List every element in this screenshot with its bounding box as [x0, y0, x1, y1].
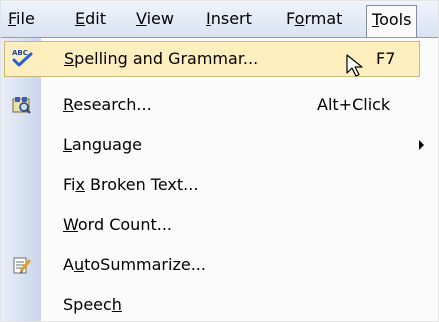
menu-insert[interactable]: Insert [201, 5, 257, 33]
menu-item-label: AutoSummarize... [63, 255, 206, 274]
menu-file-accelerator: F [8, 9, 17, 28]
menu-item-label: Word Count... [63, 215, 172, 234]
menu-item-label: Language [63, 135, 142, 154]
menu-item-label: Research... [63, 95, 152, 114]
menu-item-label: Fix Broken Text... [63, 175, 199, 194]
submenu-arrow-icon [419, 140, 424, 150]
menu-item-word-count[interactable]: Word Count... [1, 207, 438, 243]
menu-item-autosummarize[interactable]: AutoSummarize... [1, 247, 438, 283]
menu-tools[interactable]: Tools [366, 5, 418, 37]
menu-item-speech[interactable]: Speech [1, 287, 438, 321]
mouse-pointer-icon [346, 54, 363, 77]
menu-view-accelerator: V [136, 9, 147, 28]
research-icon [12, 97, 31, 114]
menu-file[interactable]: File [3, 5, 40, 33]
application-window: File Edit View Insert Format Tools ABC S… [0, 0, 439, 322]
menu-format[interactable]: Format [281, 5, 347, 33]
tools-dropdown-menu: ABC Spelling and Grammar... F7 Research.… [1, 37, 438, 321]
menu-edit-accelerator: E [75, 9, 86, 28]
menu-view[interactable]: View [131, 5, 179, 33]
menu-item-spelling-and-grammar[interactable]: ABC Spelling and Grammar... F7 [4, 41, 420, 77]
menu-item-fix-broken-text[interactable]: Fix Broken Text... [1, 167, 438, 203]
svg-text:ABC: ABC [12, 49, 28, 57]
menu-item-language[interactable]: Language [1, 127, 438, 163]
menu-tools-accelerator: T [372, 10, 380, 29]
menu-edit[interactable]: Edit [70, 5, 111, 33]
shortcut-label: F7 [376, 49, 396, 68]
shortcut-label: Alt+Click [317, 95, 391, 114]
spelling-icon: ABC [12, 49, 33, 67]
autosummarize-icon [13, 257, 32, 274]
menu-item-research[interactable]: Research... Alt+Click [1, 87, 438, 123]
menu-bar: File Edit View Insert Format Tools [1, 1, 438, 37]
menu-item-label: Spelling and Grammar... [64, 49, 259, 68]
menu-format-accelerator: o [294, 9, 305, 28]
menu-item-label: Speech [63, 295, 122, 314]
